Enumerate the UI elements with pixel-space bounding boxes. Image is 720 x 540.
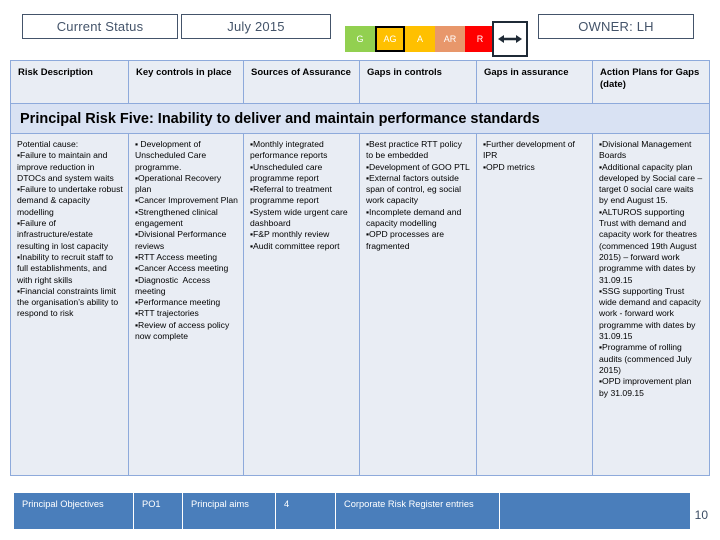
rag-option-label: AG xyxy=(383,34,397,44)
table-body-row: Potential cause: ▪Failure to maintain an… xyxy=(10,134,710,476)
rag-option-ar[interactable]: AR xyxy=(435,26,465,52)
rag-option-label: A xyxy=(416,34,423,44)
footer-cell-empty xyxy=(500,493,690,529)
footer-cell-aims-value: 4 xyxy=(276,493,336,529)
cell-gaps-controls: ▪Best practice RTT policy to be embedded… xyxy=(360,134,477,475)
left-right-arrow-icon xyxy=(498,35,522,43)
status-header-bar: Current Status July 2015 G AG A AR R OWNER: … xyxy=(0,12,720,57)
rag-option-g[interactable]: G xyxy=(345,26,375,52)
cell-sources-assurance: ▪Monthly integrated performance reports … xyxy=(244,134,360,475)
table-header-row: Risk Description Key controls in place S… xyxy=(10,60,710,104)
column-header-risk-description: Risk Description xyxy=(11,61,129,103)
risk-title: Principal Risk Five: Inability to delive… xyxy=(20,110,540,127)
rag-option-r[interactable]: R xyxy=(465,26,495,52)
rag-option-label: R xyxy=(476,34,484,44)
footer-cell-risk-register: Corporate Risk Register entries xyxy=(336,493,500,529)
column-header-action-plans: Action Plans for Gaps (date) xyxy=(600,67,702,90)
reporting-period-box[interactable]: July 2015 xyxy=(181,14,331,39)
risk-title-row: Principal Risk Five: Inability to delive… xyxy=(10,104,710,134)
rag-option-a[interactable]: A xyxy=(405,26,435,52)
cell-action-plans: ▪Divisional Management Boards ▪Additiona… xyxy=(599,139,703,398)
cell-gaps-assurance: ▪Further development of IPR ▪OPD metrics xyxy=(477,134,593,475)
footer-cell-principal-objectives: Principal Objectives xyxy=(14,493,134,529)
column-header-gaps-controls: Gaps in controls xyxy=(360,61,477,103)
footer-cell-objective-code: PO1 xyxy=(134,493,183,529)
risk-owner-box[interactable]: OWNER: LH xyxy=(538,14,694,39)
rag-option-label: AR xyxy=(443,34,457,44)
cell-risk-description: Potential cause: ▪Failure to maintain an… xyxy=(11,134,129,475)
column-header-key-controls: Key controls in place xyxy=(129,61,244,103)
footer-cell-principal-aims: Principal aims xyxy=(183,493,276,529)
rag-option-label: G xyxy=(356,34,364,44)
column-header-sources-assurance: Sources of Assurance xyxy=(244,61,360,103)
slide-number: 10 xyxy=(694,508,708,522)
cell-key-controls: ▪ Development of Unscheduled Care progra… xyxy=(129,134,244,475)
rag-option-ag[interactable]: AG xyxy=(375,26,405,52)
slide-canvas: Current Status July 2015 G AG A AR R OWNER: … xyxy=(0,0,720,540)
column-header-gaps-assurance: Gaps in assurance xyxy=(477,61,593,103)
trend-indicator-box[interactable] xyxy=(492,21,528,57)
current-status-box[interactable]: Current Status xyxy=(22,14,178,39)
risk-table: Risk Description Key controls in place S… xyxy=(10,60,710,476)
footer-bar: Principal Objectives PO1 Principal aims … xyxy=(14,493,690,529)
